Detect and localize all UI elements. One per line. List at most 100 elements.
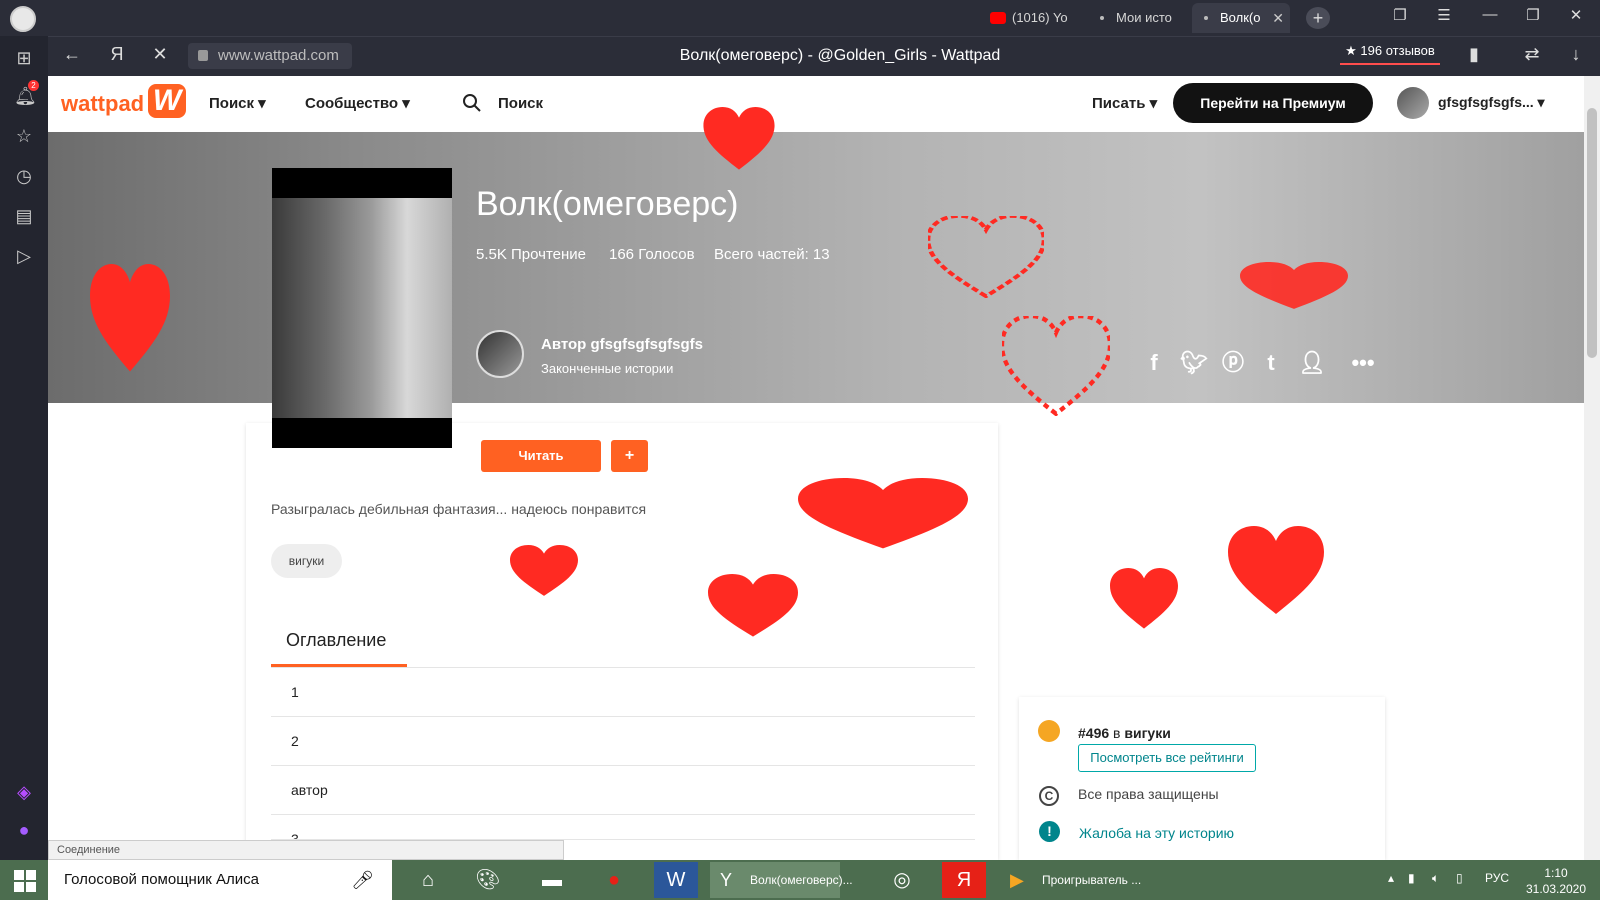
network-icon[interactable]: ▮ bbox=[1408, 871, 1415, 885]
new-tab-button[interactable]: + bbox=[1306, 7, 1330, 29]
heart-icon bbox=[1240, 262, 1348, 309]
menu-icon[interactable]: ☰ bbox=[1432, 6, 1456, 24]
wattpad-logo[interactable]: wattpad bbox=[61, 91, 144, 117]
clock[interactable]: 1:10 31.03.2020 bbox=[1524, 865, 1588, 897]
facebook-icon[interactable]: f bbox=[1141, 350, 1167, 376]
votes-count: 166 Голосов bbox=[609, 246, 695, 263]
nav-search-label: Поиск bbox=[209, 95, 255, 112]
close-window-icon[interactable]: ✕ bbox=[1564, 6, 1588, 24]
bookmark-icon[interactable]: ▮ bbox=[1462, 44, 1486, 65]
back-icon[interactable]: ← bbox=[60, 44, 84, 65]
media-icon[interactable]: ▷ bbox=[14, 246, 34, 266]
opera-icon[interactable]: ● bbox=[592, 862, 636, 898]
minimize-icon[interactable]: — bbox=[1478, 6, 1502, 23]
dot-icon bbox=[1204, 16, 1208, 20]
copyright-icon: C bbox=[1039, 786, 1059, 806]
bookmarks-icon[interactable]: ❐ bbox=[1388, 6, 1412, 24]
write-label: Писать bbox=[1092, 95, 1146, 112]
windows-start-icon[interactable] bbox=[14, 870, 36, 892]
clock-date: 31.03.2020 bbox=[1525, 882, 1587, 896]
search-icon[interactable] bbox=[463, 94, 481, 112]
toc-item[interactable]: 2 bbox=[271, 717, 975, 766]
toc-item[interactable]: 1 bbox=[271, 668, 975, 717]
yandex-icon[interactable]: Я bbox=[105, 44, 129, 65]
premium-button[interactable]: Перейти на Премиум bbox=[1173, 83, 1373, 123]
reads-count: 5.5K Прочтение bbox=[476, 246, 587, 263]
author-name[interactable]: Автор gfsgfsgfsgfsgfs bbox=[541, 336, 703, 353]
yandex-icon[interactable]: Я bbox=[942, 862, 986, 898]
favorites-icon[interactable]: ☆ bbox=[14, 126, 34, 146]
status-bar: Соединение bbox=[48, 840, 564, 860]
wattpad-w-icon[interactable]: W bbox=[148, 84, 186, 118]
add-to-library-button[interactable]: + bbox=[611, 440, 648, 472]
explorer-icon[interactable]: ▬ bbox=[530, 862, 574, 898]
tab-label: Мои исто bbox=[1116, 10, 1172, 25]
nav-search[interactable]: Поиск ▾ bbox=[209, 94, 266, 112]
write-menu[interactable]: Писать ▾ bbox=[1092, 94, 1157, 112]
home-icon[interactable]: ⌂ bbox=[406, 862, 450, 898]
tab-wolf[interactable]: Волк(о ✕ bbox=[1192, 3, 1290, 33]
wattpad-header: wattpad W Поиск ▾ Сообщество ▾ Поиск Пис… bbox=[48, 76, 1584, 132]
heart-icon bbox=[1110, 568, 1178, 629]
alice-icon[interactable]: ● bbox=[14, 820, 34, 840]
collections-icon[interactable]: ▤ bbox=[14, 206, 34, 226]
microphone-icon[interactable]: 🎤︎ bbox=[351, 860, 374, 900]
story-tag[interactable]: вигуки bbox=[271, 544, 342, 578]
restore-icon[interactable]: ❐ bbox=[1521, 6, 1545, 24]
pinterest-icon[interactable]: ⓟ bbox=[1220, 350, 1246, 376]
battery-icon[interactable]: ▯ bbox=[1456, 871, 1463, 885]
url-field[interactable]: www.wattpad.com bbox=[188, 43, 352, 69]
apps-grid-icon[interactable]: ⊞ bbox=[14, 48, 34, 68]
yandex-browser-icon: Y bbox=[720, 870, 733, 890]
report-icon[interactable]: ! bbox=[1039, 821, 1060, 842]
tumblr-icon[interactable]: t bbox=[1258, 350, 1284, 376]
close-icon[interactable]: ✕ bbox=[1272, 3, 1284, 33]
chrome-icon[interactable]: ◎ bbox=[880, 862, 924, 898]
stop-icon[interactable]: ✕ bbox=[148, 44, 172, 65]
search-input[interactable]: Поиск bbox=[498, 95, 543, 112]
word-icon[interactable]: W bbox=[654, 862, 698, 898]
avatar[interactable] bbox=[1397, 87, 1429, 119]
alice-music-icon[interactable]: ◈ bbox=[14, 782, 34, 802]
toc-title[interactable]: Оглавление bbox=[286, 630, 386, 651]
taskbar-player[interactable]: ▶ Проигрыватель ... bbox=[1002, 862, 1148, 898]
user-menu[interactable]: gfsgfsgfsgfs... ▾ bbox=[1438, 94, 1545, 111]
tab-label: (1016) Yo bbox=[1012, 10, 1068, 25]
view-rankings-button[interactable]: Посмотреть все рейтинги bbox=[1078, 744, 1256, 772]
profile-share-icon[interactable]: 👤︎ bbox=[1298, 350, 1326, 376]
language-indicator[interactable]: РУС bbox=[1485, 871, 1509, 885]
dot-icon bbox=[1100, 16, 1104, 20]
author-avatar[interactable] bbox=[476, 330, 524, 378]
translate-icon[interactable]: ⇄ bbox=[1520, 44, 1544, 65]
history-icon[interactable]: ◷ bbox=[14, 166, 34, 186]
notifications-icon[interactable]: 🔔︎ 2 bbox=[14, 80, 39, 106]
rights-text: Все права защищены bbox=[1078, 786, 1219, 802]
toc-item[interactable]: 3 bbox=[271, 815, 975, 840]
taskbar-yandex-browser[interactable]: Y Волк(омеговерс)... bbox=[710, 862, 853, 898]
notification-badge: 2 bbox=[28, 80, 39, 91]
nav-community[interactable]: Сообщество ▾ bbox=[305, 94, 410, 112]
twitter-icon[interactable]: 🐦︎ bbox=[1180, 350, 1208, 376]
download-icon[interactable]: ↓ bbox=[1564, 44, 1588, 65]
youtube-icon bbox=[990, 12, 1006, 24]
browser-profile-avatar[interactable] bbox=[10, 6, 36, 32]
tray-arrow-icon[interactable]: ▴ bbox=[1388, 871, 1394, 885]
report-link[interactable]: Жалоба на эту историю bbox=[1079, 825, 1234, 841]
heart-icon bbox=[510, 545, 578, 596]
read-button[interactable]: Читать bbox=[481, 440, 601, 472]
volume-icon[interactable]: 🔈︎ bbox=[1432, 871, 1439, 886]
tab-youtube[interactable]: (1016) Yo bbox=[984, 3, 1074, 33]
player-icon: ▶ bbox=[1010, 870, 1024, 890]
scrollbar-thumb[interactable] bbox=[1587, 108, 1597, 358]
story-cover[interactable] bbox=[272, 168, 452, 448]
heart-icon bbox=[1002, 316, 1110, 416]
rank-text: #496 в вигуки bbox=[1078, 725, 1171, 741]
tab-my-stories[interactable]: Мои исто bbox=[1088, 3, 1178, 33]
taskbar-search[interactable]: Голосовой помощник Алиса 🎤︎ bbox=[48, 860, 392, 900]
more-icon[interactable]: ••• bbox=[1350, 350, 1376, 376]
nav-community-label: Сообщество bbox=[305, 95, 399, 112]
reviews-badge[interactable]: ★ 196 отзывов bbox=[1340, 43, 1440, 65]
heart-icon bbox=[798, 478, 968, 549]
paint-icon[interactable]: 🎨︎ bbox=[466, 862, 510, 898]
toc-item[interactable]: автор bbox=[271, 766, 975, 815]
